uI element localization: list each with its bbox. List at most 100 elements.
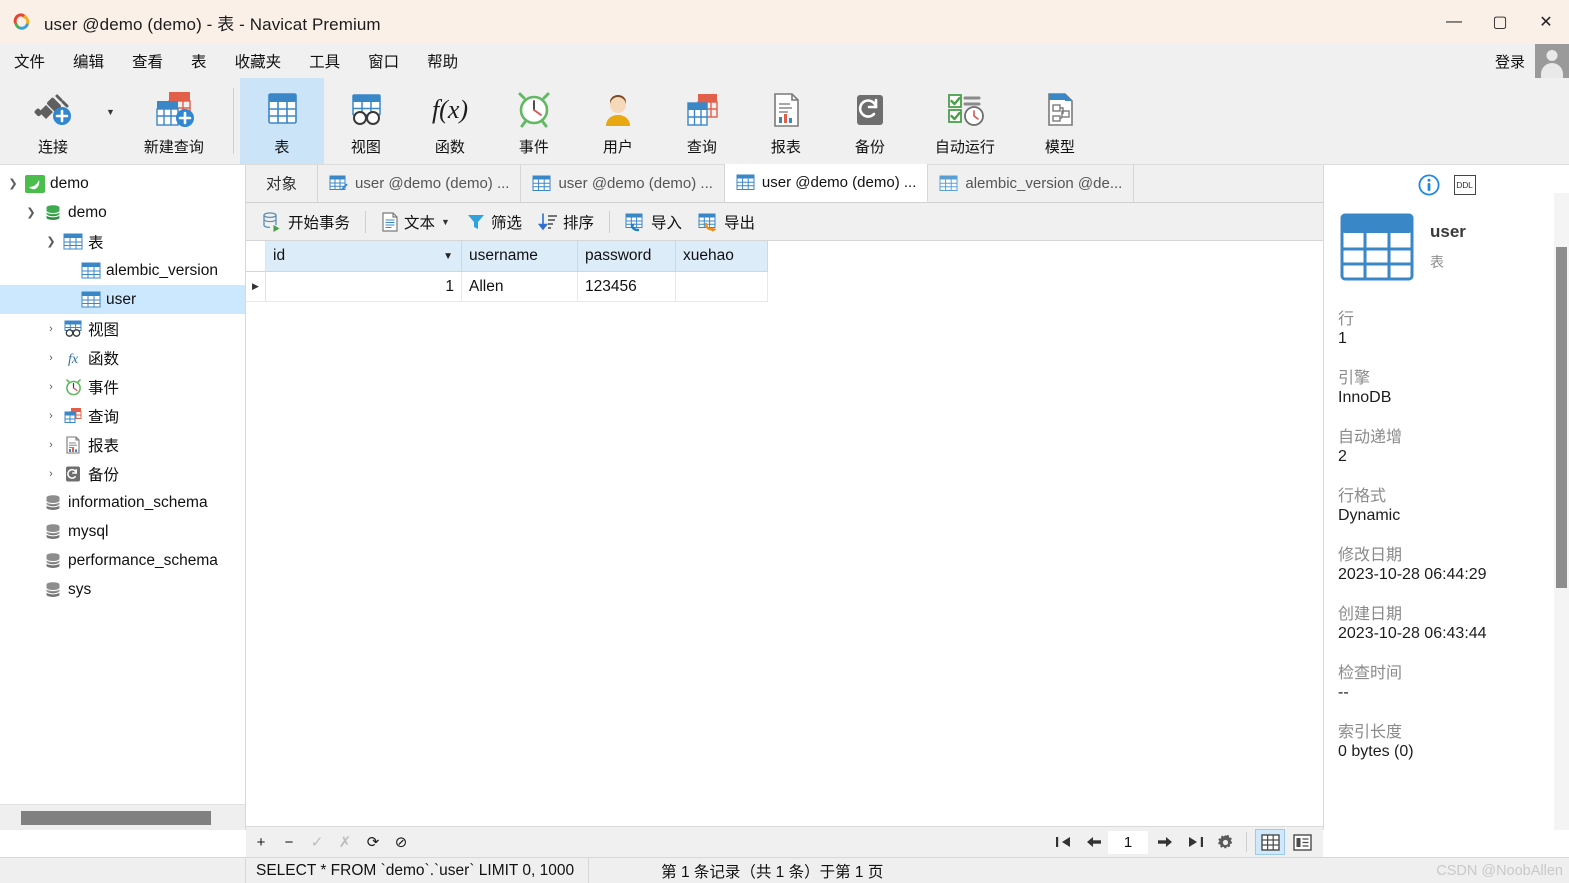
tree-item-reports-folder[interactable]: › 报表	[0, 430, 245, 459]
tree-item-views-folder[interactable]: › 视图	[0, 314, 245, 343]
ribbon-table-button[interactable]: 表	[239, 78, 324, 164]
tree-item-queries-folder[interactable]: › 查询	[0, 401, 245, 430]
column-header-id[interactable]: id ▼	[266, 241, 462, 272]
nav-last-icon[interactable]	[1182, 829, 1208, 855]
minimize-button[interactable]: —	[1431, 0, 1477, 44]
nav-first-icon[interactable]	[1050, 829, 1076, 855]
grid-view-toggle[interactable]	[1255, 829, 1285, 855]
tree-item-database-demo[interactable]: ❯ demo	[0, 198, 245, 227]
menu-table[interactable]: 表	[177, 46, 221, 76]
import-button[interactable]: 导入	[617, 207, 690, 237]
close-button[interactable]: ✕	[1523, 0, 1569, 44]
chevron-right-icon[interactable]: ›	[42, 381, 60, 393]
tab-user-data-1[interactable]: user @demo (demo) ...	[521, 164, 725, 202]
info-panel-scrollbar[interactable]	[1554, 193, 1569, 830]
menu-edit[interactable]: 编辑	[59, 46, 118, 76]
stop-button[interactable]: ⊘	[388, 829, 414, 855]
sort-button[interactable]: 排序	[530, 207, 602, 237]
chevron-down-icon[interactable]: ❯	[4, 177, 22, 190]
user-avatar-icon[interactable]	[1535, 44, 1569, 78]
tree-item-database-sys[interactable]: sys	[0, 575, 245, 604]
sidebar-horizontal-scrollbar[interactable]	[0, 804, 245, 830]
page-number-input[interactable]: 1	[1108, 830, 1148, 854]
info-circle-icon[interactable]	[1417, 174, 1440, 196]
tree-item-database-information-schema[interactable]: information_schema	[0, 488, 245, 517]
nav-next-icon[interactable]	[1152, 829, 1178, 855]
database-icon	[40, 523, 66, 541]
tab-alembic-version[interactable]: alembic_version @de...	[928, 164, 1135, 202]
tree-item-table-user[interactable]: user	[0, 285, 245, 314]
begin-transaction-button[interactable]: 开始事务	[254, 207, 358, 237]
database-icon	[40, 494, 66, 512]
add-record-button[interactable]: +	[248, 829, 274, 855]
menu-window[interactable]: 窗口	[354, 46, 413, 76]
event-clock-icon	[60, 378, 86, 396]
form-view-toggle[interactable]	[1287, 829, 1317, 855]
tree-item-database-performance-schema[interactable]: performance_schema	[0, 546, 245, 575]
ribbon-connection-button[interactable]: 连接	[0, 78, 106, 164]
apply-change-button[interactable]: ✓	[304, 829, 330, 855]
tree-item-functions-folder[interactable]: › fx 函数	[0, 343, 245, 372]
chevron-right-icon[interactable]: ›	[42, 410, 60, 422]
menu-view[interactable]: 查看	[118, 46, 177, 76]
text-view-button[interactable]: 文本 ▼	[373, 207, 458, 237]
tab-user-designer[interactable]: user @demo (demo) ...	[318, 164, 522, 202]
sidebar-tree-panel[interactable]: ❯ demo ❯ demo ❯ 表 alembic_version user ›…	[0, 165, 246, 830]
chevron-right-icon[interactable]: ›	[42, 323, 60, 335]
tree-item-backups-folder[interactable]: › 备份	[0, 459, 245, 488]
menu-help[interactable]: 帮助	[413, 46, 472, 76]
info-panel-scrollbar-thumb[interactable]	[1556, 247, 1567, 588]
chevron-down-icon[interactable]: ▼	[441, 217, 450, 227]
ribbon-toolbar: 连接 ▼ 新建查询 表 视图 f(x) 函数 事件 用户 查询 报表 备份 自动…	[0, 78, 1569, 165]
chevron-right-icon[interactable]: ›	[42, 439, 60, 451]
ribbon-backup-button[interactable]: 备份	[828, 78, 912, 164]
data-grid[interactable]: id ▼ username password xuehao ▶ 1 Allen …	[246, 241, 1323, 830]
cell-id[interactable]: 1	[266, 272, 462, 302]
nav-prev-icon[interactable]	[1080, 829, 1106, 855]
tree-item-connection-demo[interactable]: ❯ demo	[0, 169, 245, 198]
tab-user-data-2[interactable]: user @demo (demo) ...	[724, 164, 929, 202]
delete-record-button[interactable]: −	[276, 829, 302, 855]
ribbon-automation-button[interactable]: 自动运行	[912, 78, 1018, 164]
menu-favorites[interactable]: 收藏夹	[221, 46, 296, 76]
ribbon-view-button[interactable]: 视图	[324, 78, 408, 164]
ribbon-model-button[interactable]: 模型	[1018, 78, 1102, 164]
column-header-xuehao[interactable]: xuehao	[676, 241, 768, 272]
ribbon-new-query-button[interactable]: 新建查询	[121, 78, 227, 164]
tree-item-tables-folder[interactable]: ❯ 表	[0, 227, 245, 256]
ribbon-label: 自动运行	[934, 139, 995, 156]
sidebar-scrollbar-thumb[interactable]	[21, 811, 211, 825]
connection-dropdown-caret-icon[interactable]: ▼	[106, 78, 121, 164]
chevron-down-icon[interactable]: ❯	[42, 235, 60, 248]
cell-xuehao[interactable]	[676, 272, 768, 302]
tree-item-database-mysql[interactable]: mysql	[0, 517, 245, 546]
cell-username[interactable]: Allen	[462, 272, 578, 302]
ribbon-report-button[interactable]: 报表	[744, 78, 828, 164]
cancel-change-button[interactable]: ✗	[332, 829, 358, 855]
chevron-right-icon[interactable]: ›	[42, 468, 60, 480]
refresh-button[interactable]: ⟳	[360, 829, 386, 855]
tree-item-table-alembic-version[interactable]: alembic_version	[0, 256, 245, 285]
login-link[interactable]: 登录	[1495, 51, 1525, 72]
gear-icon[interactable]	[1212, 829, 1238, 855]
filter-button[interactable]: 筛选	[458, 207, 530, 237]
ribbon-user-button[interactable]: 用户	[576, 78, 660, 164]
maximize-button[interactable]: ▢	[1477, 0, 1523, 44]
column-header-password[interactable]: password	[578, 241, 676, 272]
chevron-right-icon[interactable]: ›	[42, 352, 60, 364]
ddl-tab-button[interactable]: DDL	[1453, 175, 1476, 195]
menu-tools[interactable]: 工具	[295, 46, 354, 76]
chevron-down-icon[interactable]: ❯	[22, 206, 40, 219]
cell-password[interactable]: 123456	[578, 272, 676, 302]
sort-descending-icon[interactable]: ▼	[443, 251, 453, 262]
ribbon-query-button[interactable]: 查询	[660, 78, 744, 164]
model-diagram-icon	[1038, 86, 1082, 134]
ribbon-event-button[interactable]: 事件	[492, 78, 576, 164]
tab-objects[interactable]: 对象	[246, 164, 319, 202]
menu-file[interactable]: 文件	[0, 46, 59, 76]
column-header-username[interactable]: username	[462, 241, 578, 272]
export-button[interactable]: 导出	[690, 207, 763, 237]
ribbon-function-button[interactable]: f(x) 函数	[408, 78, 492, 164]
table-row[interactable]: ▶ 1 Allen 123456	[246, 272, 1323, 302]
tree-item-events-folder[interactable]: › 事件	[0, 372, 245, 401]
